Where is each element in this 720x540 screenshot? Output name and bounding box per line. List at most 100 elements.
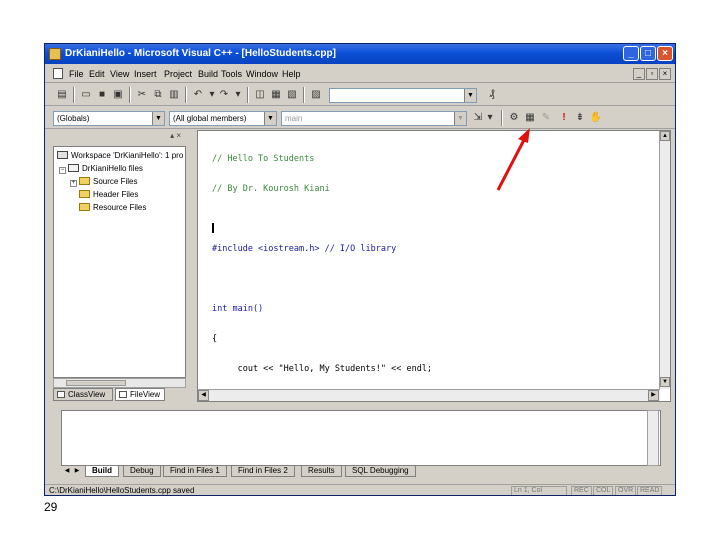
menu-build[interactable]: Build [198, 69, 218, 79]
wizard-dropdown-icon[interactable]: ▾ [483, 112, 497, 124]
tab-classview[interactable]: ClassView [53, 388, 113, 401]
tree-item-label: Source Files [93, 177, 138, 186]
status-message: C:\DrKianiHello\HelloStudents.cpp saved [49, 486, 195, 495]
members-combo[interactable]: (All global members) ▼ [169, 111, 277, 126]
toolbar-separator [501, 110, 503, 126]
execute-icon[interactable]: ! [557, 112, 571, 124]
chevron-down-icon[interactable]: ▼ [264, 112, 276, 125]
minimize-button[interactable]: _ [623, 46, 639, 61]
mdi-restore-button[interactable]: ▫ [646, 68, 658, 80]
output-vertical-scrollbar[interactable] [647, 410, 659, 466]
redo-dropdown-icon[interactable]: ▾ [231, 89, 245, 101]
code-line: int main() [212, 304, 264, 314]
class-combo[interactable]: (Globals) ▼ [53, 111, 165, 126]
chevron-down-icon[interactable]: ▼ [152, 112, 164, 125]
output-window-icon[interactable]: ▦ [269, 89, 283, 101]
menu-edit[interactable]: Edit [89, 69, 105, 79]
output-text-area[interactable] [61, 410, 661, 466]
code-line: { [212, 334, 218, 344]
save-all-icon[interactable]: ▣ [111, 89, 125, 101]
maximize-button[interactable]: □ [640, 46, 656, 61]
function-combo[interactable]: main ▼ [281, 111, 467, 126]
go-icon[interactable]: ⇟ [573, 112, 587, 124]
scroll-right-icon[interactable]: ▶ [648, 390, 659, 401]
tree-item-source-files[interactable]: + Source Files [70, 177, 137, 188]
menu-project[interactable]: Project [164, 69, 192, 79]
collapse-icon[interactable]: − [59, 167, 66, 174]
menu-view[interactable]: View [110, 69, 129, 79]
new-file-icon[interactable]: ▤ [55, 89, 69, 101]
chevron-down-icon[interactable]: ▼ [464, 89, 476, 102]
redo-icon[interactable]: ↷ [217, 89, 231, 101]
scroll-up-icon[interactable]: ▲ [660, 131, 670, 141]
tab-fileview[interactable]: FileView [115, 388, 165, 401]
code-line: // Hello To Students [212, 154, 315, 164]
menu-tools[interactable]: Tools [221, 69, 242, 79]
window-title: DrKianiHello - Microsoft Visual C++ - [H… [65, 48, 336, 59]
pane-close-icon[interactable]: ▴ × [170, 131, 181, 140]
close-button[interactable]: × [657, 46, 673, 61]
menu-insert[interactable]: Insert [134, 69, 157, 79]
tab-build[interactable]: Build [85, 466, 119, 477]
slide-number: 29 [44, 500, 58, 514]
scrollbar-thumb[interactable] [66, 380, 126, 386]
tab-find-in-files-2[interactable]: Find in Files 2 [231, 466, 295, 477]
status-ovr: OVR [615, 486, 637, 495]
workspace-icon [57, 151, 68, 159]
project-icon [68, 164, 79, 172]
function-combo-value: main [285, 114, 303, 123]
tab-find-in-files-1[interactable]: Find in Files 1 [163, 466, 227, 477]
save-icon[interactable]: ■ [95, 89, 109, 101]
cut-icon[interactable]: ✂ [135, 89, 149, 101]
toolbar-separator [73, 87, 75, 103]
workspace-horizontal-scrollbar[interactable] [53, 378, 186, 388]
tree-item-resource-files[interactable]: Resource Files [79, 203, 146, 214]
code-text: // Hello To Students // By Dr. Kourosh K… [212, 134, 432, 401]
stop-build-icon[interactable]: ✎ [539, 112, 553, 124]
build-icon[interactable]: ▦ [523, 112, 537, 124]
text-cursor [212, 223, 214, 233]
expand-icon[interactable]: + [70, 180, 77, 187]
tree-item-workspace[interactable]: Workspace 'DrKianiHello': 1 pro [57, 151, 183, 162]
find-combo[interactable]: ▼ [329, 88, 477, 103]
mdi-minimize-button[interactable]: _ [633, 68, 645, 80]
code-editor[interactable]: // Hello To Students // By Dr. Kourosh K… [197, 130, 671, 402]
tab-scroll-left-icon[interactable]: ◀ [63, 466, 71, 476]
tab-sql-debugging[interactable]: SQL Debugging [345, 466, 416, 477]
menu-window[interactable]: Window [246, 69, 278, 79]
code-line: // By Dr. Kourosh Kiani [212, 184, 330, 194]
window-list-icon[interactable]: ▧ [285, 89, 299, 101]
copy-icon[interactable]: ⧉ [151, 89, 165, 101]
status-bar: C:\DrKianiHello\HelloStudents.cpp saved … [45, 484, 675, 495]
toolbar-separator [303, 87, 305, 103]
editor-horizontal-scrollbar[interactable]: ◀ ▶ [198, 389, 660, 401]
tab-results[interactable]: Results [301, 466, 342, 477]
paste-icon[interactable]: ▥ [167, 89, 181, 101]
workspace-tabs: ClassView FileView [53, 388, 186, 402]
tree-item-header-files[interactable]: Header Files [79, 190, 138, 201]
tree-item-project[interactable]: − DrKianiHello files [59, 164, 143, 175]
document-icon[interactable] [53, 68, 63, 79]
compile-icon[interactable]: ⚙ [507, 112, 521, 124]
open-folder-icon[interactable]: ▭ [79, 89, 93, 101]
workspace-header: ▴ × [49, 130, 189, 142]
workspace-icon[interactable]: ◫ [253, 89, 267, 101]
tree-item-label: Workspace 'DrKianiHello': 1 pro [71, 151, 184, 160]
tab-scroll-right-icon[interactable]: ▶ [73, 466, 81, 476]
find-icon[interactable]: ₰ [485, 89, 499, 101]
tab-debug[interactable]: Debug [123, 466, 161, 477]
title-bar: DrKianiHello - Microsoft Visual C++ - [H… [45, 44, 675, 64]
fileview-icon [119, 391, 127, 398]
editor-vertical-scrollbar[interactable]: ▲ ▼ [659, 131, 670, 389]
menu-help[interactable]: Help [282, 69, 301, 79]
folder-icon [79, 177, 90, 185]
chevron-down-icon[interactable]: ▼ [454, 112, 466, 125]
mdi-close-button[interactable]: × [659, 68, 671, 80]
scroll-left-icon[interactable]: ◀ [198, 390, 209, 401]
find-in-files-icon[interactable]: ▨ [309, 89, 323, 101]
toolbar-separator [129, 87, 131, 103]
menu-file[interactable]: File [69, 69, 84, 79]
undo-icon[interactable]: ↶ [191, 89, 205, 101]
scroll-down-icon[interactable]: ▼ [660, 377, 670, 387]
breakpoint-icon[interactable]: ✋ [589, 112, 603, 124]
